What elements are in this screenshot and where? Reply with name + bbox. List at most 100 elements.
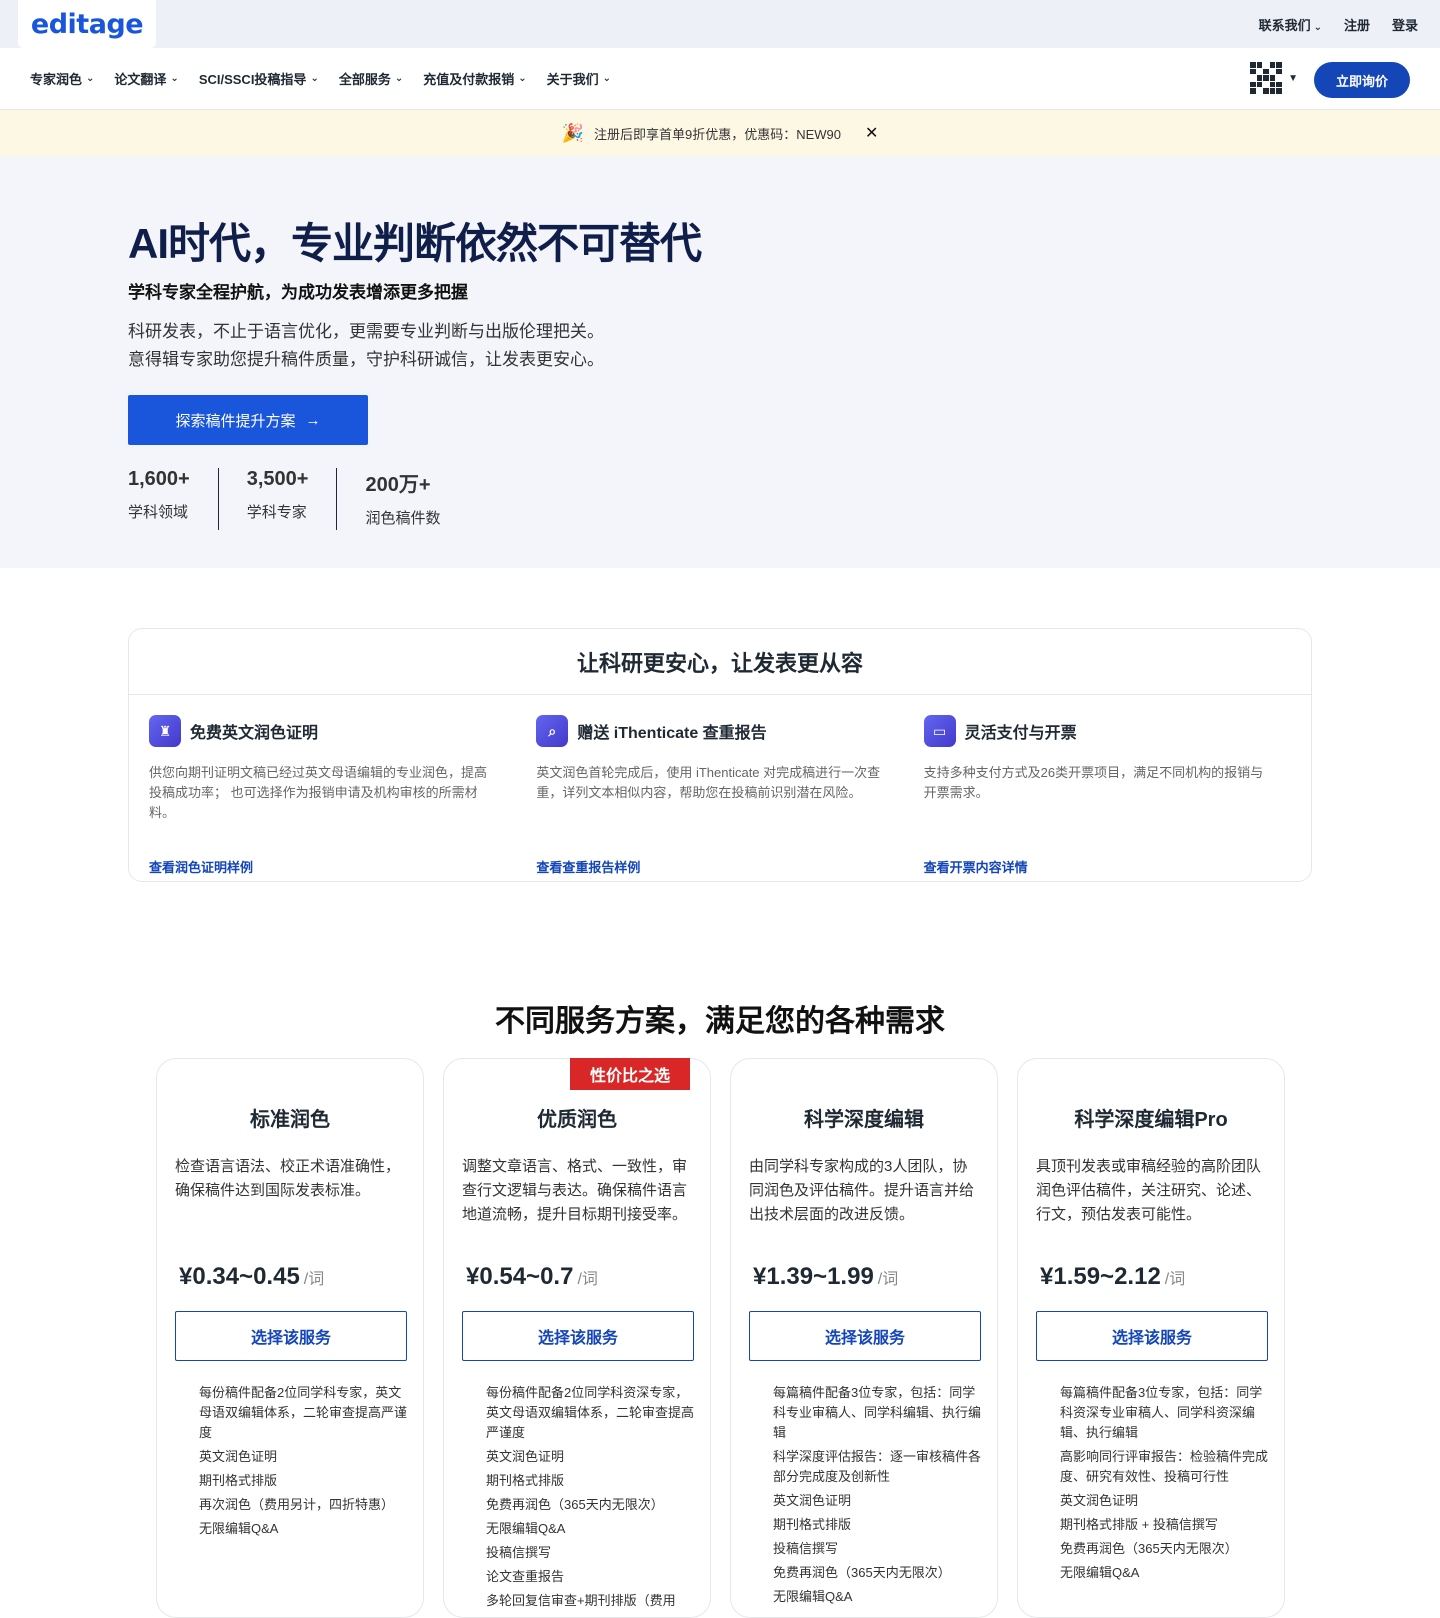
price-unit: /词 (303, 1271, 325, 1288)
chevron-down-icon: ⌄ (394, 73, 404, 84)
stat-number: 200万+ (365, 474, 431, 496)
nav-item-about[interactable]: 关于我们 ⌄ (547, 69, 611, 88)
explore-plans-button[interactable]: 探索稿件提升方案 → (128, 395, 368, 445)
select-plan-button[interactable]: 选择该服务 (1036, 1311, 1268, 1361)
select-plan-button[interactable]: 选择该服务 (175, 1311, 407, 1361)
stat-number: 1,600+ (128, 468, 190, 490)
plan-feature: 无限编辑Q&A (199, 1521, 279, 1536)
plan-feature: 期刊格式排版 + 投稿信撰写 (1060, 1517, 1218, 1532)
plan-name: 优质润色 (537, 1109, 617, 1131)
plan-feature: 英文润色证明 (1060, 1493, 1139, 1508)
plan-price: ¥0.34~0.45/词 (179, 1263, 324, 1291)
plan-feature: 科学深度评估报告：逐一审核稿件各部分完成度及创新性 (773, 1449, 982, 1484)
plan-feature: 英文润色证明 (773, 1493, 852, 1508)
chevron-down-icon: ⌄ (170, 73, 179, 84)
plan-feature: 每篇稿件配备3位专家，包括：同学科资深专业审稿人、同学科资深编辑、执行编辑 (1060, 1385, 1263, 1440)
plans-title: 不同服务方案，满足您的各种需求 (495, 1005, 945, 1038)
trust-item-title: 灵活支付与开票 (964, 725, 1077, 742)
plan-features: 每份稿件配备2位同学科专家，英文母语双编辑体系，二轮审查提高严谨度 英文润色证明期… (199, 1383, 409, 1543)
plan-feature: 高影响同行评审报告：检验稿件完成度、研究有效性、投稿可行性 (1060, 1449, 1269, 1484)
caret-down-icon: ▼ (1288, 72, 1298, 84)
nav-item-translation[interactable]: 论文翻译 ⌄ (114, 69, 178, 88)
price-unit: /词 (577, 1271, 598, 1288)
plan-price: ¥1.39~1.99/词 (753, 1263, 898, 1291)
stat-item: 200万+ 润色稿件数 (365, 468, 468, 530)
view-invoice-details-link[interactable]: 查看开票内容详情 (924, 857, 1028, 876)
hero-description: 科研发表，不止于语言优化，更需要专业判断与出版伦理把关。 意得辑专家助您提升稿件… (128, 318, 604, 374)
contact-us-link[interactable]: 联系我们 ⌄ (1259, 15, 1322, 34)
plan-price: ¥1.59~2.12/词 (1040, 1263, 1185, 1291)
register-link[interactable]: 注册 (1344, 15, 1370, 34)
trust-title: 让科研更安心，让发表更从容 (129, 629, 1311, 695)
trust-item-desc: 供您向期刊证明文稿已经过英文母语编辑的专业润色，提高投稿成功率； 也可选择作为报… (149, 765, 488, 820)
trust-item-desc: 英文润色首轮完成后，使用 iThenticate 对完成稿进行一次查重，详列文本… (536, 765, 881, 800)
promo-text: 注册后即享首单9折优惠，优惠码：NEW90 (593, 126, 842, 142)
stat-label: 学科专家 (246, 504, 307, 521)
trust-panel: 让科研更安心，让发表更从容 ♜ 免费英文润色证明 供您向期刊证明文稿已经过英文母… (128, 628, 1312, 882)
plan-feature: 多轮回复信审查+期刊排版（费用 (486, 1593, 676, 1608)
plan-feature: 再次润色（费用另计，四折特惠） (199, 1497, 395, 1512)
chevron-down-icon: ⌄ (310, 73, 319, 84)
plan-desc: 具顶刊发表或审稿经验的高阶团队润色评估稿件，关注研究、论述、行文，预估发表可能性… (1036, 1158, 1262, 1223)
plan-card: 科学深度编辑 由同学科专家构成的3人团队，协同润色及评估稿件。提升语言并给出技术层… (730, 1058, 998, 1618)
nav-item-payment[interactable]: 充值及付款报销 ⌄ (423, 69, 526, 88)
stat-item: 1,600+ 学科领域 (128, 468, 219, 530)
get-quote-button[interactable]: 立即询价 (1314, 62, 1410, 98)
plan-feature: 每份稿件配备2位同学科专家，英文母语双编辑体系，二轮审查提高严谨度 (199, 1385, 408, 1440)
select-plan-button[interactable]: 选择该服务 (462, 1311, 694, 1361)
plan-feature: 无限编辑Q&A (1060, 1565, 1140, 1580)
nav-item-editing[interactable]: 专家润色 ⌄ (30, 69, 94, 88)
certificate-icon: ♜ (149, 715, 181, 747)
stat-number: 3,500+ (246, 468, 309, 490)
chevron-down-icon: ⌄ (602, 73, 612, 84)
plan-badge: 性价比之选 (570, 1058, 690, 1090)
plan-features: 每份稿件配备2位同学科资深专家，英文母语双编辑体系，二轮审查提高严谨度 英文润色证… (486, 1383, 696, 1615)
top-utility-bar: editage 联系我们 ⌄ 注册 登录 (0, 0, 1440, 48)
plan-name: 标准润色 (250, 1109, 330, 1131)
plans-grid: 标准润色 检查语言语法、校正术语准确性，确保稿件达到国际发表标准。 ¥0.34~0.… (156, 1058, 1285, 1618)
logo-text: editage (30, 8, 144, 40)
arrow-right-icon: → (305, 411, 321, 429)
chevron-down-icon: ⌄ (86, 73, 95, 84)
price-value: ¥0.34~0.45 (179, 1263, 300, 1290)
plan-desc: 由同学科专家构成的3人团队，协同润色及评估稿件。提升语言并给出技术层面的改进反馈… (749, 1158, 975, 1223)
hero-desc-line: 意得辑专家助您提升稿件质量，守护科研诚信，让发表更安心。 (128, 350, 604, 369)
price-value: ¥0.54~0.7 (466, 1263, 574, 1290)
view-report-sample-link[interactable]: 查看查重报告样例 (536, 857, 640, 876)
nav-item-label: 关于我们 (546, 72, 599, 87)
plan-price: ¥0.54~0.7/词 (466, 1263, 598, 1291)
select-plan-button[interactable]: 选择该服务 (749, 1311, 981, 1361)
plan-card: 标准润色 检查语言语法、校正术语准确性，确保稿件达到国际发表标准。 ¥0.34~0.… (156, 1058, 424, 1618)
plan-feature: 免费再润色（365天内无限次） (486, 1497, 664, 1512)
price-value: ¥1.59~2.12 (1040, 1263, 1161, 1290)
nav-item-submission[interactable]: SCI/SSCI投稿指导 ⌄ (199, 69, 319, 88)
plan-feature: 免费再润色（365天内无限次） (1060, 1541, 1238, 1556)
price-value: ¥1.39~1.99 (753, 1263, 874, 1290)
nav-item-label: 全部服务 (338, 72, 391, 87)
trust-item-payment: ▭ 灵活支付与开票 支持多种支付方式及26类开票项目，满足不同机构的报销与开票需… (923, 715, 1291, 883)
qr-code-menu[interactable]: ▼ (1250, 62, 1298, 94)
close-icon[interactable]: ✕ (865, 123, 878, 143)
plan-feature: 每篇稿件配备3位专家，包括：同学科专业审稿人、同学科编辑、执行编辑 (773, 1385, 982, 1440)
hero-subtitle: 学科专家全程护航，为成功发表增添更多把握 (128, 283, 468, 302)
cta-label: 探索稿件提升方案 (175, 412, 296, 430)
plan-features: 每篇稿件配备3位专家，包括：同学科专业审稿人、同学科编辑、执行编辑科学深度评估报… (773, 1383, 983, 1611)
plan-feature: 每份稿件配备2位同学科资深专家，英文母语双编辑体系，二轮审查提高严谨度 (486, 1385, 695, 1440)
nav-item-all-services[interactable]: 全部服务 ⌄ (339, 69, 403, 88)
login-link[interactable]: 登录 (1392, 15, 1418, 34)
trust-item-title: 赠送 iThenticate 查重报告 (577, 725, 767, 742)
hero-section: AI时代，专业判断依然不可替代 学科专家全程护航，为成功发表增添更多把握 科研发… (0, 156, 1440, 568)
contact-us-label: 联系我们 (1258, 17, 1311, 33)
plan-feature: 投稿信撰写 (773, 1541, 839, 1556)
payment-card-icon: ▭ (923, 715, 956, 747)
plan-feature: 投稿信撰写 (486, 1545, 552, 1560)
plan-feature: 无限编辑Q&A (486, 1521, 566, 1536)
plan-feature: 期刊格式排版 (199, 1473, 278, 1488)
view-certificate-sample-link[interactable]: 查看润色证明样例 (149, 857, 253, 876)
promo-banner: 🎉 注册后即享首单9折优惠，优惠码：NEW90 ✕ (0, 110, 1440, 156)
plan-name: 科学深度编辑Pro (1074, 1109, 1228, 1131)
chevron-down-icon: ⌄ (518, 73, 527, 84)
plan-feature: 无限编辑Q&A (773, 1589, 853, 1604)
logo[interactable]: editage (18, 0, 156, 48)
plan-feature: 论文查重报告 (486, 1569, 565, 1584)
